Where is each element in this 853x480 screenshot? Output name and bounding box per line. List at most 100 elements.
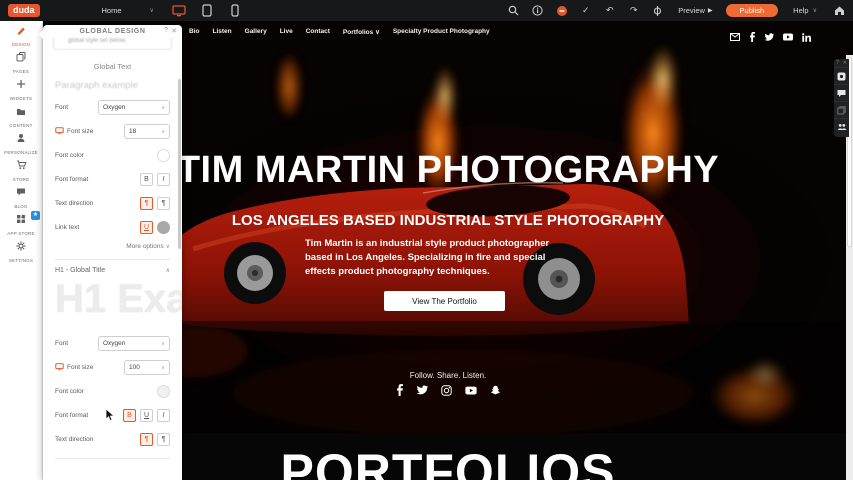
nav-link-specialty[interactable]: Specialty Product Photography: [393, 28, 490, 36]
snapchat-icon[interactable]: [490, 384, 501, 396]
font-format-label: Font format: [55, 412, 88, 419]
sections-icon[interactable]: [834, 101, 849, 118]
preview-button[interactable]: Preview ▶: [678, 6, 712, 15]
h1-font-dropdown[interactable]: Oxygen ∨: [98, 336, 170, 351]
sidebar-item-personalize[interactable]: PERSONALIZE: [0, 129, 42, 156]
linkedin-icon[interactable]: [802, 32, 811, 42]
font-label: Font: [55, 340, 68, 347]
link-color-swatch[interactable]: [157, 221, 170, 234]
font-size-dropdown[interactable]: 18 ∨: [124, 124, 170, 139]
desktop-view-button[interactable]: [170, 3, 188, 18]
global-text-section-title: Global Text: [43, 62, 182, 71]
quick-help-icon[interactable]: ?: [836, 60, 839, 66]
dashboard-home-icon[interactable]: [832, 3, 847, 18]
h1-section-header[interactable]: H1 - Global Title ∧: [55, 267, 170, 274]
nav-link-listen[interactable]: Listen: [212, 28, 231, 36]
font-color-swatch[interactable]: [157, 149, 170, 162]
nav-link-portfolios[interactable]: Portfolios ∨: [343, 28, 380, 36]
facebook-icon[interactable]: [396, 384, 403, 396]
email-icon[interactable]: [730, 32, 740, 42]
text-direction-label: Text direction: [55, 436, 93, 443]
mouse-cursor: [105, 408, 116, 427]
collapse-chevron-icon: ∧: [166, 267, 170, 274]
undo-icon[interactable]: ↶: [602, 3, 617, 18]
twitter-icon[interactable]: [764, 32, 774, 42]
media-icon[interactable]: [834, 67, 849, 84]
panel-close-icon[interactable]: ✕: [171, 27, 177, 35]
pages-icon: [16, 49, 26, 67]
publish-button[interactable]: Publish: [726, 4, 779, 18]
device-override-icon: [55, 127, 64, 137]
hero-paragraph: Tim Martin is an industrial style produc…: [305, 237, 567, 278]
font-color-label: Font color: [55, 152, 84, 159]
dev-mode-icon[interactable]: [650, 3, 665, 18]
nav-link-bio[interactable]: Bio: [189, 28, 199, 36]
tablet-view-button[interactable]: [198, 3, 216, 18]
app-store-star-badge: ★: [31, 211, 40, 220]
sidebar-item-store[interactable]: STORE: [0, 156, 42, 183]
paragraph-preview: Paragraph example: [55, 80, 170, 91]
ltr-button[interactable]: ¶: [140, 197, 153, 210]
italic-button[interactable]: I: [157, 173, 170, 186]
h1-preview-text: H1 Exa: [55, 276, 182, 324]
h1-font-color-swatch[interactable]: [157, 385, 170, 398]
editor-topbar: duda Home ∨ ✓ ↶ ↷ Preview ▶: [0, 0, 853, 21]
nav-link-live[interactable]: Live: [280, 28, 293, 36]
quick-close-icon[interactable]: ✕: [843, 60, 847, 66]
facebook-icon[interactable]: [749, 32, 755, 42]
chevron-down-icon: ∨: [161, 129, 165, 135]
youtube-icon[interactable]: [465, 384, 477, 396]
sidebar-item-content[interactable]: CONTENT: [0, 102, 42, 129]
sidebar-item-app-store[interactable]: APP STORE ★: [0, 210, 42, 237]
save-check-icon[interactable]: ✓: [578, 3, 593, 18]
font-dropdown[interactable]: Oxygen ∨: [98, 100, 170, 115]
nav-link-contact[interactable]: Contact: [306, 28, 330, 36]
gear-icon: [16, 238, 26, 256]
h1-italic-button[interactable]: I: [157, 409, 170, 422]
h1-underline-button[interactable]: U: [140, 409, 153, 422]
more-options-link[interactable]: More options ∨: [55, 243, 170, 250]
twitter-icon[interactable]: [416, 384, 428, 396]
view-portfolio-button[interactable]: View The Portfolio: [384, 291, 505, 311]
mobile-view-button[interactable]: [226, 3, 244, 18]
rtl-button[interactable]: ¶: [157, 197, 170, 210]
text-direction-label: Text direction: [55, 200, 93, 207]
font-row: Font Oxygen ∨: [55, 100, 170, 115]
youtube-icon[interactable]: [783, 32, 793, 42]
info-icon[interactable]: [530, 3, 545, 18]
h1-ltr-button[interactable]: ¶: [140, 433, 153, 446]
h1-bold-button[interactable]: B: [123, 409, 136, 422]
sidebar-item-widgets[interactable]: WIDGETS: [0, 75, 42, 102]
apps-icon: [16, 211, 26, 229]
folder-icon: [16, 103, 26, 121]
team-icon[interactable]: [834, 118, 849, 135]
help-dropdown[interactable]: Help ∨: [793, 6, 817, 15]
font-size-label: Font size: [67, 128, 93, 135]
site-navigation: Bio Listen Gallery Live Contact Portfoli…: [189, 28, 490, 36]
redo-icon[interactable]: ↷: [626, 3, 641, 18]
link-text-label: Link text: [55, 224, 79, 231]
design-pencil-icon: [16, 22, 26, 40]
panel-help-icon[interactable]: ?: [164, 27, 168, 34]
chevron-down-icon: ∨: [166, 244, 170, 250]
search-icon[interactable]: [506, 3, 521, 18]
sidebar-item-blog[interactable]: BLOG: [0, 183, 42, 210]
sidebar-item-settings[interactable]: SETTINGS: [0, 237, 42, 264]
text-direction-row: Text direction ¶ ¶: [55, 196, 170, 211]
instagram-icon[interactable]: [441, 384, 452, 396]
notifications-icon[interactable]: [554, 3, 569, 18]
panel-scrollbar-thumb[interactable]: [178, 79, 181, 249]
page-selector-dropdown[interactable]: Home ∨: [102, 6, 154, 15]
link-underline-button[interactable]: U: [140, 221, 153, 234]
sidebar-item-pages[interactable]: PAGES: [0, 48, 42, 75]
person-icon: [16, 130, 26, 148]
bold-button[interactable]: B: [140, 173, 153, 186]
sidebar-item-design[interactable]: DESIGN: [0, 21, 42, 48]
h1-rtl-button[interactable]: ¶: [157, 433, 170, 446]
comments-icon[interactable]: [834, 84, 849, 101]
font-size-row: Font size 18 ∨: [55, 124, 170, 139]
nav-link-gallery[interactable]: Gallery: [245, 28, 267, 36]
duda-logo: duda: [8, 4, 40, 17]
font-color-row: Font color: [55, 148, 170, 163]
h1-font-size-dropdown[interactable]: 100 ∨: [124, 360, 170, 375]
